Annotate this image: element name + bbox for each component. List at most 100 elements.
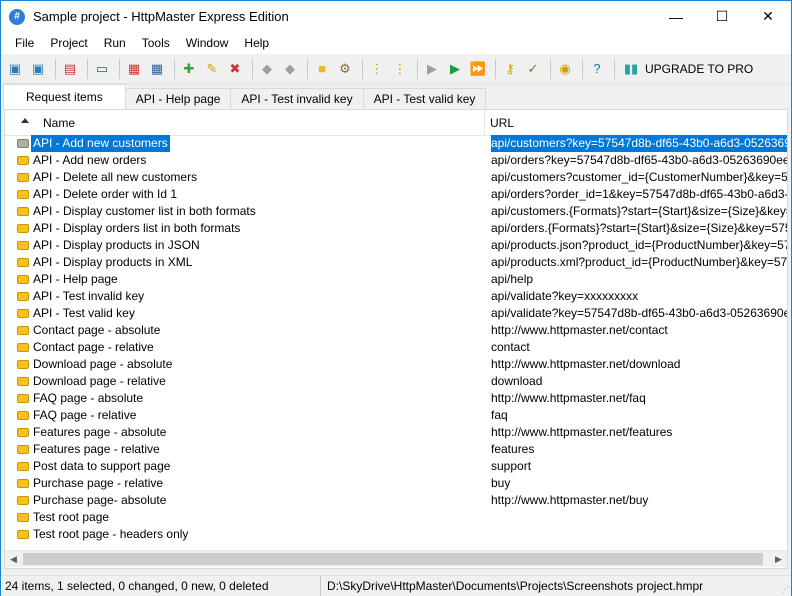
- edit-icon[interactable]: ✎: [202, 59, 222, 79]
- tab-strip: Request items API - Help page API - Test i…: [1, 84, 791, 109]
- list-item[interactable]: API - Display customer list in both form…: [5, 203, 787, 220]
- list-item[interactable]: API - Help page api/help: [5, 271, 787, 288]
- request-item-icon: [17, 309, 29, 318]
- menu-bar: File Project Run Tools Window Help: [1, 32, 791, 54]
- close-button[interactable]: ✕: [745, 1, 791, 32]
- item-name: API - Display orders list in both format…: [33, 221, 241, 235]
- item-url: api/help: [491, 272, 534, 286]
- item-url: api/validate?key=xxxxxxxxx: [491, 289, 639, 303]
- maximize-button[interactable]: ☐: [699, 1, 745, 32]
- request-item-icon: [17, 190, 29, 199]
- list-item[interactable]: Purchase page- absolute http://www.httpma…: [5, 492, 787, 509]
- resize-grip-icon[interactable]: ⋰: [781, 585, 789, 594]
- toolbar-separator: [582, 58, 583, 79]
- request-item-icon: [17, 530, 29, 539]
- add-icon[interactable]: ✚: [179, 59, 199, 79]
- list-item[interactable]: API - Add new customers api/customers?key…: [5, 135, 787, 152]
- settings-page-icon[interactable]: ▦: [147, 59, 167, 79]
- project-icon[interactable]: ▤: [60, 59, 80, 79]
- list-item[interactable]: API - Delete order with Id 1 api/orders?o…: [5, 186, 787, 203]
- column-header-url[interactable]: URL: [490, 116, 514, 130]
- upgrade-button[interactable]: ▮▮ UPGRADE TO PRO: [621, 59, 753, 79]
- request-item-icon: [17, 275, 29, 284]
- validate-icon[interactable]: ✓: [523, 59, 543, 79]
- tab-api-test-invalid-key[interactable]: API - Test invalid key: [230, 88, 364, 109]
- list-item[interactable]: API - Add new orders api/orders?key=57547…: [5, 152, 787, 169]
- list-item[interactable]: Post data to support page support: [5, 458, 787, 475]
- horizontal-scrollbar[interactable]: ◀ ▶: [5, 550, 787, 567]
- sort-ascending-icon[interactable]: [21, 118, 29, 123]
- list-item[interactable]: Contact page - absolute http://www.httpma…: [5, 322, 787, 339]
- list-item[interactable]: FAQ page - absolute http://www.httpmaster…: [5, 390, 787, 407]
- list-item[interactable]: API - Test invalid key api/validate?key=x…: [5, 288, 787, 305]
- tab-request-items[interactable]: Request items: [3, 84, 126, 109]
- scroll-left-icon[interactable]: ◀: [5, 551, 22, 568]
- menu-project[interactable]: Project: [42, 32, 95, 54]
- key-icon[interactable]: ⚷: [500, 59, 520, 79]
- new-item-icon[interactable]: ▣: [5, 59, 25, 79]
- save-icon[interactable]: ▭: [92, 59, 112, 79]
- app-icon[interactable]: #: [9, 8, 25, 25]
- item-name: FAQ page - absolute: [33, 391, 144, 405]
- item-name: API - Delete all new customers: [33, 170, 198, 184]
- status-summary: 24 items, 1 selected, 0 changed, 0 new, …: [1, 575, 321, 596]
- request-item-icon: [17, 479, 29, 488]
- window-controls: — ☐ ✕: [653, 1, 791, 32]
- delete-icon[interactable]: ✖: [225, 59, 245, 79]
- item-url: api/orders.{Formats}?start={Start}&size=…: [491, 221, 787, 235]
- scroll-thumb[interactable]: [23, 553, 763, 565]
- column-divider[interactable]: [484, 110, 485, 136]
- select-icon[interactable]: ⋮: [367, 59, 387, 79]
- list-item[interactable]: Test root page: [5, 509, 787, 526]
- filter-icon[interactable]: ⚙: [335, 59, 355, 79]
- run-step-icon[interactable]: ▶: [422, 59, 442, 79]
- list-item[interactable]: Download page - absolute http://www.httpm…: [5, 356, 787, 373]
- item-name: Post data to support page: [33, 459, 171, 473]
- request-item-icon: [17, 139, 29, 148]
- list-item[interactable]: Download page - relative download: [5, 373, 787, 390]
- request-item-icon: [17, 445, 29, 454]
- run-all-icon[interactable]: ⏩: [468, 59, 488, 79]
- list-item[interactable]: Features page - relative features: [5, 441, 787, 458]
- item-name: Download page - relative: [33, 374, 166, 388]
- run-list-icon[interactable]: ⋮: [390, 59, 410, 79]
- export-icon[interactable]: ▦: [124, 59, 144, 79]
- help-icon[interactable]: ?: [587, 59, 607, 79]
- item-url: features: [491, 442, 535, 456]
- comment-icon[interactable]: ◆: [257, 59, 277, 79]
- item-name: API - Add new customers: [31, 135, 170, 152]
- folder-icon[interactable]: ■: [312, 59, 332, 79]
- item-url: faq: [491, 408, 508, 422]
- options-icon[interactable]: ◉: [555, 59, 575, 79]
- request-item-icon: [17, 326, 29, 335]
- menu-tools[interactable]: Tools: [134, 32, 178, 54]
- new-item-copy-icon[interactable]: ▣: [28, 59, 48, 79]
- list-item[interactable]: API - Display products in JSON api/produc…: [5, 237, 787, 254]
- item-url: api/customers.{Formats}?start={Start}&si…: [491, 204, 787, 218]
- tab-api-test-valid-key[interactable]: API - Test valid key: [362, 88, 487, 109]
- item-url: api/validate?key=57547d8b-df65-43b0-a6d3…: [491, 306, 787, 320]
- menu-help[interactable]: Help: [236, 32, 277, 54]
- list-item[interactable]: FAQ page - relative faq: [5, 407, 787, 424]
- list-item[interactable]: Contact page - relative contact: [5, 339, 787, 356]
- menu-file[interactable]: File: [7, 32, 42, 54]
- list-item[interactable]: API - Display orders list in both format…: [5, 220, 787, 237]
- run-icon[interactable]: ▶: [445, 59, 465, 79]
- comment-copy-icon[interactable]: ◆: [280, 59, 300, 79]
- list-item[interactable]: API - Delete all new customers api/custom…: [5, 169, 787, 186]
- list-item[interactable]: Purchase page - relative buy: [5, 475, 787, 492]
- list-item[interactable]: Features page - absolute http://www.httpm…: [5, 424, 787, 441]
- column-header-name[interactable]: Name: [43, 116, 75, 130]
- list-item[interactable]: API - Test valid key api/validate?key=575…: [5, 305, 787, 322]
- menu-run[interactable]: Run: [96, 32, 134, 54]
- list-item[interactable]: API - Display products in XML api/product…: [5, 254, 787, 271]
- item-url: api/products.json?product_id={ProductNum…: [491, 238, 787, 252]
- minimize-button[interactable]: —: [653, 1, 699, 32]
- menu-window[interactable]: Window: [178, 32, 237, 54]
- scroll-right-icon[interactable]: ▶: [770, 551, 787, 568]
- list-item[interactable]: Test root page - headers only: [5, 526, 787, 543]
- item-url: http://www.httpmaster.net/download: [491, 357, 681, 371]
- toolbar-separator: [252, 58, 253, 79]
- item-url: support: [491, 459, 532, 473]
- tab-api-help-page[interactable]: API - Help page: [124, 88, 232, 109]
